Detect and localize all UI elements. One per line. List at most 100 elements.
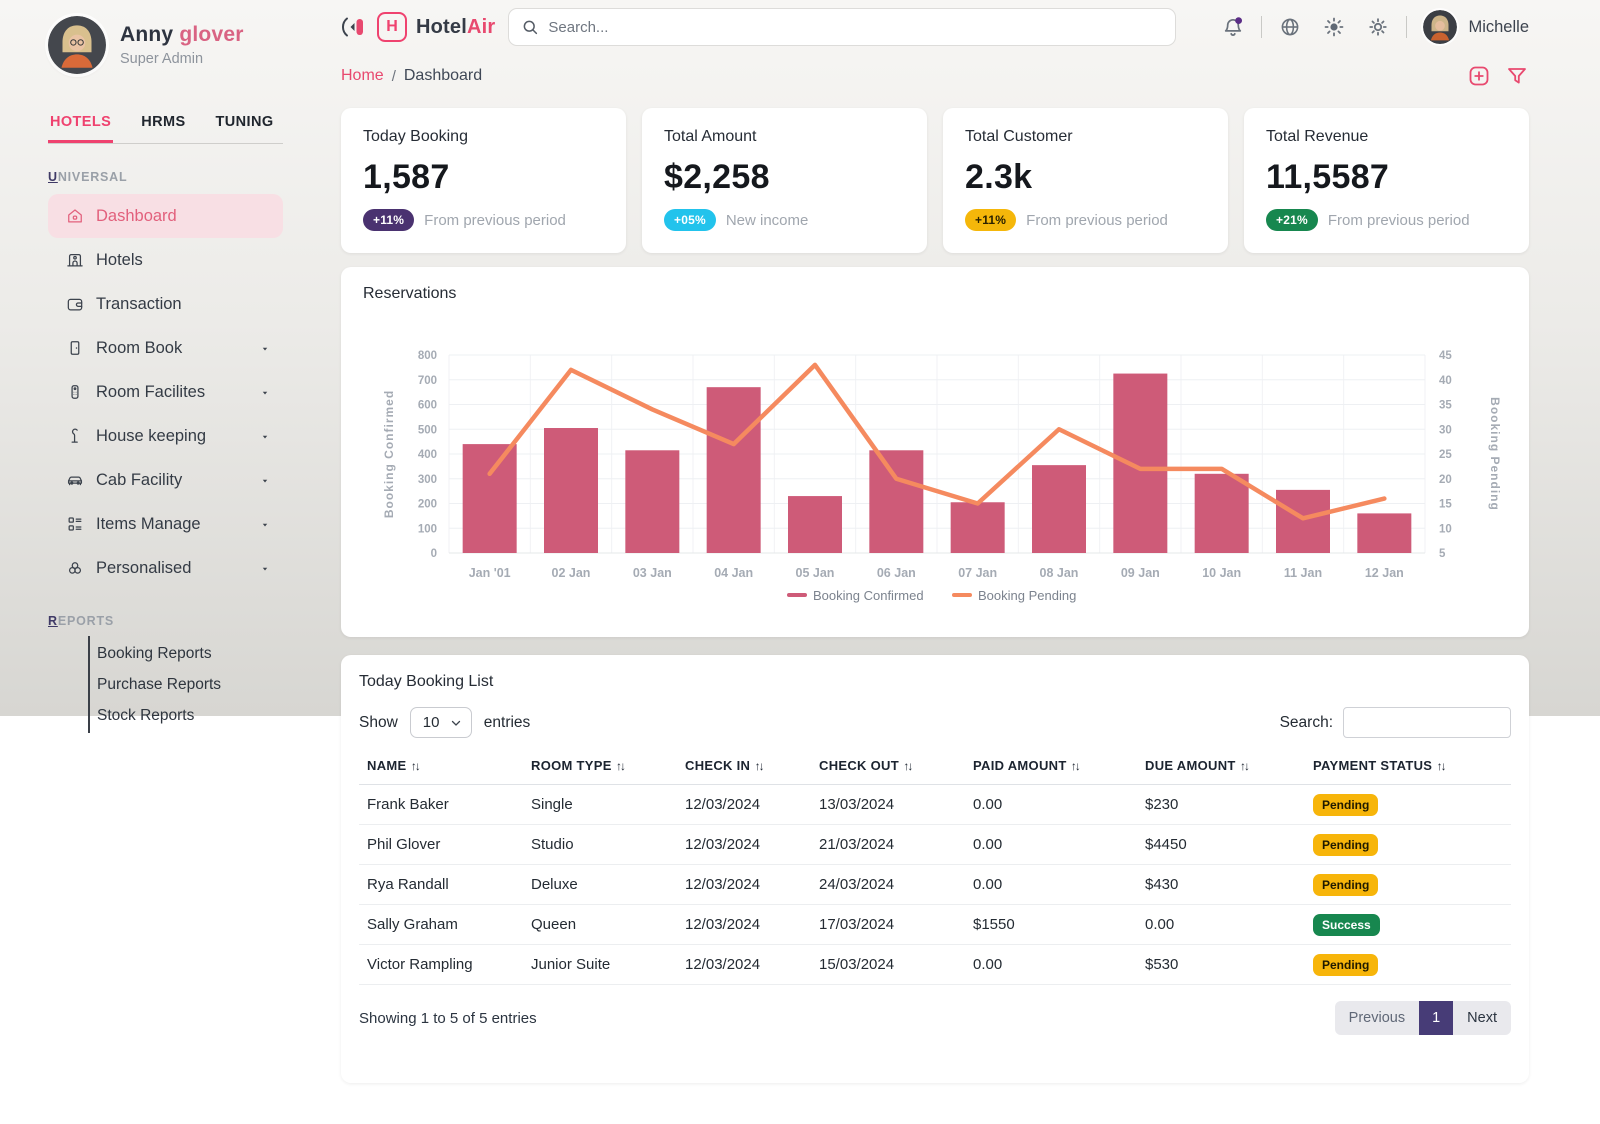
column-header-due-amount[interactable]: DUE AMOUNT ↑↓: [1137, 746, 1305, 785]
cell-paid-amount: 0.00: [965, 825, 1137, 865]
home-icon: [65, 206, 85, 226]
svg-text:04 Jan: 04 Jan: [714, 566, 753, 580]
sidebar-item-purchase-reports[interactable]: Purchase Reports: [97, 669, 283, 700]
stat-title: Total Amount: [664, 128, 905, 146]
section-reports: REPORTS: [48, 614, 283, 628]
svg-text:03 Jan: 03 Jan: [633, 566, 672, 580]
booking-table: NAME ↑↓ROOM TYPE ↑↓CHECK IN ↑↓CHECK OUT …: [359, 746, 1511, 985]
user-role: Super Admin: [120, 51, 244, 67]
sidebar-item-items-manage[interactable]: Items Manage: [48, 502, 283, 546]
cell-name: Phil Glover: [359, 825, 523, 865]
tab-hotels[interactable]: HOTELS: [48, 108, 113, 143]
add-button[interactable]: [1467, 64, 1491, 88]
stat-badge: +05%: [664, 209, 716, 231]
cell-check-in: 12/03/2024: [677, 785, 811, 825]
sort-icon: ↑↓: [1239, 759, 1248, 773]
breadcrumb-home[interactable]: Home: [341, 67, 384, 85]
sidebar-item-label: Items Manage: [96, 515, 201, 534]
stat-caption: From previous period: [1026, 212, 1168, 229]
svg-text:100: 100: [418, 523, 437, 535]
svg-text:300: 300: [418, 474, 437, 486]
circles-icon: [65, 558, 85, 578]
column-header-check-in[interactable]: CHECK IN ↑↓: [677, 746, 811, 785]
svg-text:Booking Pending: Booking Pending: [978, 588, 1076, 603]
brand: H HotelAir: [341, 12, 495, 42]
svg-text:400: 400: [418, 449, 437, 461]
cell-name: Frank Baker: [359, 785, 523, 825]
stat-card-today-booking: Today Booking1,587+11%From previous peri…: [341, 108, 626, 253]
status-badge: Pending: [1313, 954, 1378, 976]
stat-cards-row: Today Booking1,587+11%From previous peri…: [341, 108, 1529, 253]
sidebar-item-dashboard[interactable]: Dashboard: [48, 194, 283, 238]
sort-icon: ↑↓: [409, 759, 418, 773]
stat-badge: +21%: [1266, 209, 1318, 231]
filter-funnel-icon[interactable]: [1505, 64, 1529, 88]
svg-text:600: 600: [418, 400, 437, 412]
showing-entries-text: Showing 1 to 5 of 5 entries: [359, 1010, 537, 1027]
svg-text:10: 10: [1439, 523, 1452, 535]
bar-04-jan: [707, 387, 761, 553]
show-label: Show: [359, 714, 398, 732]
cell-due-amount: 0.00: [1137, 905, 1305, 945]
cell-paid-amount: 0.00: [965, 945, 1137, 985]
svg-text:10 Jan: 10 Jan: [1202, 566, 1241, 580]
bar-12-jan: [1357, 513, 1411, 553]
settings-gear-icon[interactable]: [1366, 15, 1390, 39]
svg-text:40: 40: [1439, 375, 1452, 387]
sidebar-item-room-book[interactable]: Room Book: [48, 326, 283, 370]
sidebar-item-stock-reports[interactable]: Stock Reports: [97, 700, 283, 731]
theme-sun-icon[interactable]: [1322, 15, 1346, 39]
table-search-input[interactable]: [1343, 707, 1511, 738]
sidebar-item-transaction[interactable]: Transaction: [48, 282, 283, 326]
sidebar-item-booking-reports[interactable]: Booking Reports: [97, 638, 283, 669]
svg-text:09 Jan: 09 Jan: [1121, 566, 1160, 580]
pagination-next[interactable]: Next: [1453, 1001, 1511, 1035]
stat-value: 1,587: [363, 158, 604, 197]
sidebar-item-room-facilites[interactable]: Room Facilites: [48, 370, 283, 414]
notifications-bell-icon[interactable]: [1221, 15, 1245, 39]
wallet-icon: [65, 294, 85, 314]
main-content: H HotelAir: [320, 0, 1600, 1083]
bar-02-jan: [544, 428, 598, 553]
svg-text:Booking Pending: Booking Pending: [1488, 397, 1502, 511]
topbar-icons: Michelle: [1221, 10, 1529, 44]
table-row-rya-randall: Rya RandallDeluxe12/03/202424/03/20240.0…: [359, 865, 1511, 905]
stat-value: $2,258: [664, 158, 905, 197]
search-input[interactable]: [548, 19, 1163, 36]
avatar[interactable]: [48, 16, 106, 74]
svg-text:20: 20: [1439, 474, 1452, 486]
column-header-paid-amount[interactable]: PAID AMOUNT ↑↓: [965, 746, 1137, 785]
chart-title: Reservations: [363, 285, 1507, 303]
sidebar-item-house-keeping[interactable]: House keeping: [48, 414, 283, 458]
stat-card-total-revenue: Total Revenue11,5587+21%From previous pe…: [1244, 108, 1529, 253]
sort-icon: ↑↓: [1435, 759, 1444, 773]
sidebar-item-cab-facility[interactable]: Cab Facility: [48, 458, 283, 502]
svg-text:200: 200: [418, 499, 437, 511]
entries-select[interactable]: 10: [410, 707, 472, 738]
sidebar-item-label: Dashboard: [96, 207, 177, 226]
bar-jan-01: [463, 444, 517, 553]
cell-check-out: 17/03/2024: [811, 905, 965, 945]
sidebar-tabs: HOTELS HRMS TUNING: [48, 108, 283, 144]
tab-hrms[interactable]: HRMS: [139, 108, 187, 143]
entries-label: entries: [484, 714, 531, 732]
svg-text:500: 500: [418, 424, 437, 436]
language-globe-icon[interactable]: [1278, 15, 1302, 39]
cell-check-out: 13/03/2024: [811, 785, 965, 825]
hotelair-logo[interactable]: H: [377, 12, 407, 42]
tab-tuning[interactable]: TUNING: [214, 108, 276, 143]
column-header-room-type[interactable]: ROOM TYPE ↑↓: [523, 746, 677, 785]
brand-name: HotelAir: [416, 16, 495, 39]
pagination-page-1[interactable]: 1: [1419, 1001, 1453, 1035]
column-header-check-out[interactable]: CHECK OUT ↑↓: [811, 746, 965, 785]
pagination-previous[interactable]: Previous: [1335, 1001, 1419, 1035]
sidebar-collapse-icon[interactable]: [341, 14, 367, 40]
cell-paid-amount: 0.00: [965, 785, 1137, 825]
column-header-name[interactable]: NAME ↑↓: [359, 746, 523, 785]
topbar-user[interactable]: Michelle: [1423, 10, 1529, 44]
sidebar-item-hotels[interactable]: Hotels: [48, 238, 283, 282]
sidebar-item-personalised[interactable]: Personalised: [48, 546, 283, 590]
stat-badge: +11%: [965, 209, 1016, 231]
column-header-payment-status[interactable]: PAYMENT STATUS ↑↓: [1305, 746, 1511, 785]
sidebar: Anny glover Super Admin HOTELS HRMS TUNI…: [0, 0, 320, 1083]
